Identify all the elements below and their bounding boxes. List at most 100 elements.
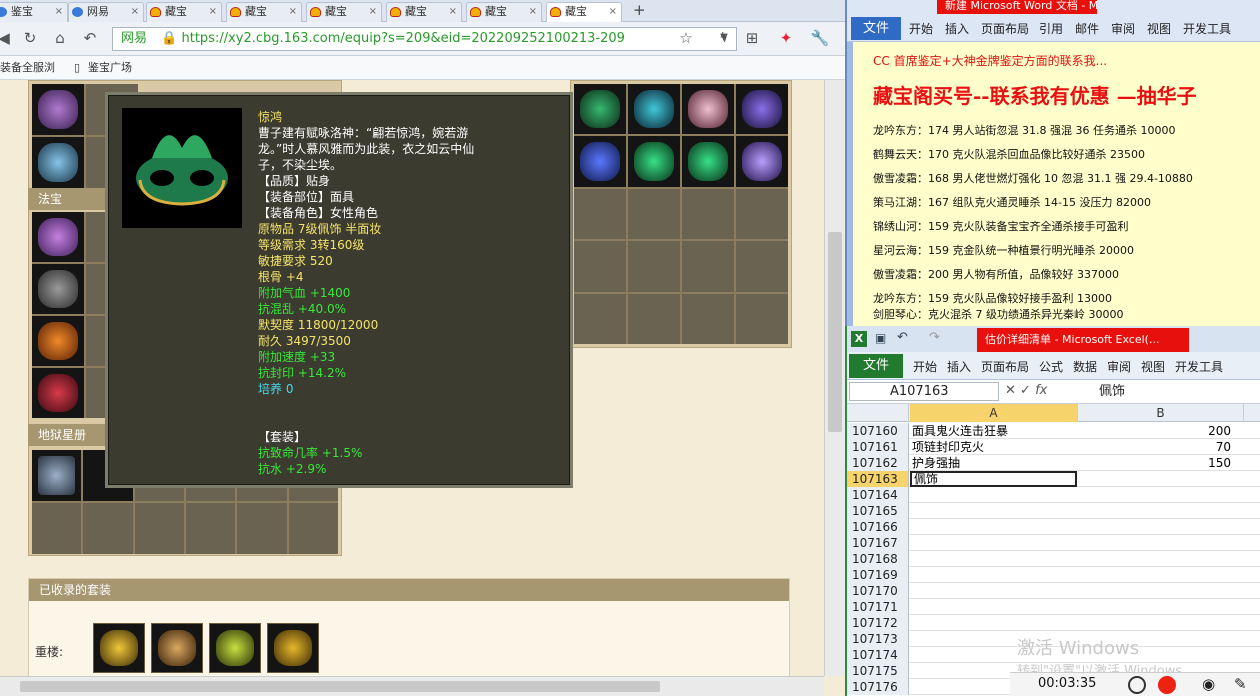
cell-b[interactable] <box>1078 551 1233 567</box>
new-tab-button[interactable]: + <box>633 1 646 19</box>
item-slot[interactable] <box>682 136 734 187</box>
confirm-icon[interactable]: ✓ <box>1020 383 1031 398</box>
item-slot[interactable] <box>574 293 626 344</box>
cell-b[interactable] <box>1078 615 1233 631</box>
cell-b[interactable]: 200 <box>1078 423 1233 439</box>
row-number[interactable]: 107164 <box>847 487 909 503</box>
row-number[interactable]: 107172 <box>847 615 909 631</box>
item-slot[interactable] <box>574 241 626 292</box>
item-slot[interactable] <box>736 84 788 135</box>
word-document[interactable]: CC 首席鉴定+大神金牌鉴定方面的联系我... 藏宝阁买号--联系我有优惠 —抽… <box>847 42 1260 326</box>
cell-a[interactable] <box>910 615 1077 631</box>
cell-a[interactable] <box>910 487 1077 503</box>
scroll-thumb[interactable] <box>20 681 660 692</box>
row-number[interactable]: 107167 <box>847 535 909 551</box>
item-slot[interactable] <box>682 84 734 135</box>
item-slot[interactable] <box>288 503 338 554</box>
browser-tab-active[interactable]: 藏宝 × <box>546 2 622 22</box>
tab-close-icon[interactable]: × <box>289 3 297 21</box>
cell-b[interactable] <box>1078 535 1233 551</box>
excel-tab-view[interactable]: 视图 <box>1141 358 1165 375</box>
tab-close-icon[interactable]: × <box>209 3 217 21</box>
cell-b[interactable] <box>1078 471 1233 487</box>
row-number[interactable]: 107165 <box>847 503 909 519</box>
excel-tab-developer[interactable]: 开发工具 <box>1175 358 1223 375</box>
excel-tab-formulas[interactable]: 公式 <box>1039 358 1063 375</box>
dropdown-icon[interactable]: ▼ <box>714 28 734 48</box>
item-slot[interactable] <box>628 293 680 344</box>
item-slot[interactable] <box>736 241 788 292</box>
row-number[interactable]: 107169 <box>847 567 909 583</box>
cell-a[interactable]: 护身强抽 <box>910 455 1077 471</box>
tab-close-icon[interactable]: × <box>449 3 457 21</box>
excel-tab-data[interactable]: 数据 <box>1073 358 1097 375</box>
formula-input[interactable]: 佩饰 <box>1099 382 1125 401</box>
row-number[interactable]: 107173 <box>847 631 909 647</box>
item-slot[interactable] <box>134 503 184 554</box>
excel-tab-insert[interactable]: 插入 <box>947 358 971 375</box>
tab-close-icon[interactable]: × <box>55 3 63 21</box>
browser-tab[interactable]: 藏宝 × <box>386 2 462 22</box>
item-slot[interactable] <box>574 136 626 187</box>
word-tab-view[interactable]: 视图 <box>1147 20 1171 37</box>
row-number[interactable]: 107162 <box>847 455 909 471</box>
item-slot[interactable] <box>32 84 84 135</box>
suit-item[interactable] <box>151 623 203 673</box>
word-tab-developer[interactable]: 开发工具 <box>1183 20 1231 37</box>
item-slot[interactable] <box>736 293 788 344</box>
home-icon[interactable]: ⌂ <box>50 28 70 48</box>
item-slot[interactable] <box>628 84 680 135</box>
excel-file-tab[interactable]: 文件 <box>849 354 903 378</box>
cell-b[interactable] <box>1078 519 1233 535</box>
cell-a[interactable] <box>910 583 1077 599</box>
item-slot[interactable] <box>682 293 734 344</box>
item-slot[interactable] <box>736 136 788 187</box>
item-slot[interactable] <box>32 503 82 554</box>
cell-b[interactable]: 70 <box>1078 439 1233 455</box>
excel-tab-review[interactable]: 审阅 <box>1107 358 1131 375</box>
corner-cell[interactable] <box>847 404 909 422</box>
cancel-icon[interactable]: ✕ <box>1005 383 1016 398</box>
cell-a[interactable] <box>910 503 1077 519</box>
row-number[interactable]: 107175 <box>847 663 909 679</box>
cell-a[interactable] <box>910 599 1077 615</box>
word-tab-mailings[interactable]: 邮件 <box>1075 20 1099 37</box>
horizontal-scrollbar[interactable] <box>0 676 824 696</box>
grid-icon[interactable]: ⊞ <box>742 28 762 48</box>
item-slot[interactable] <box>736 188 788 240</box>
browser-tab[interactable]: 藏宝 × <box>306 2 382 22</box>
browser-tab[interactable]: 藏宝 × <box>226 2 302 22</box>
suit-item[interactable] <box>267 623 319 673</box>
cell-a[interactable]: 佩饰 <box>910 471 1077 487</box>
column-header-a[interactable]: A <box>910 404 1078 422</box>
row-number[interactable]: 107176 <box>847 679 909 695</box>
fx-icon[interactable]: fx <box>1035 383 1047 398</box>
item-slot[interactable] <box>682 188 734 240</box>
row-number[interactable]: 107170 <box>847 583 909 599</box>
word-file-tab[interactable]: 文件 <box>851 17 901 40</box>
browser-tab[interactable]: 网易 × <box>68 2 144 22</box>
undo-icon[interactable]: ↶ <box>80 28 100 48</box>
word-tab-layout[interactable]: 页面布局 <box>981 20 1029 37</box>
cell-a[interactable]: 项链封印克火 <box>910 439 1077 455</box>
redo-icon[interactable]: ↷ <box>929 330 940 345</box>
word-tab-references[interactable]: 引用 <box>1039 20 1063 37</box>
tab-close-icon[interactable]: × <box>131 3 139 21</box>
item-slot[interactable] <box>574 188 626 240</box>
tab-close-icon[interactable]: × <box>609 3 617 21</box>
item-slot[interactable] <box>237 503 287 554</box>
item-slot[interactable] <box>628 136 680 187</box>
browser-tab[interactable]: 藏宝 × <box>466 2 542 22</box>
pen-icon[interactable]: ✎ <box>1234 675 1247 693</box>
row-number[interactable]: 107171 <box>847 599 909 615</box>
tab-close-icon[interactable]: × <box>529 3 537 21</box>
refresh-icon[interactable]: ↻ <box>20 28 40 48</box>
spreadsheet-grid[interactable]: A B 107160 面具鬼火连击狂暴 200 107161 项链封印克火 70 10716… <box>847 404 1260 696</box>
item-slot[interactable] <box>628 241 680 292</box>
cell-a[interactable] <box>910 567 1077 583</box>
item-slot[interactable] <box>185 503 236 554</box>
tools-icon[interactable]: 🔧 <box>810 28 830 48</box>
item-slot[interactable] <box>32 316 84 366</box>
save-icon[interactable]: ▣ <box>875 331 886 345</box>
camera-icon[interactable]: ◉ <box>1202 675 1215 693</box>
